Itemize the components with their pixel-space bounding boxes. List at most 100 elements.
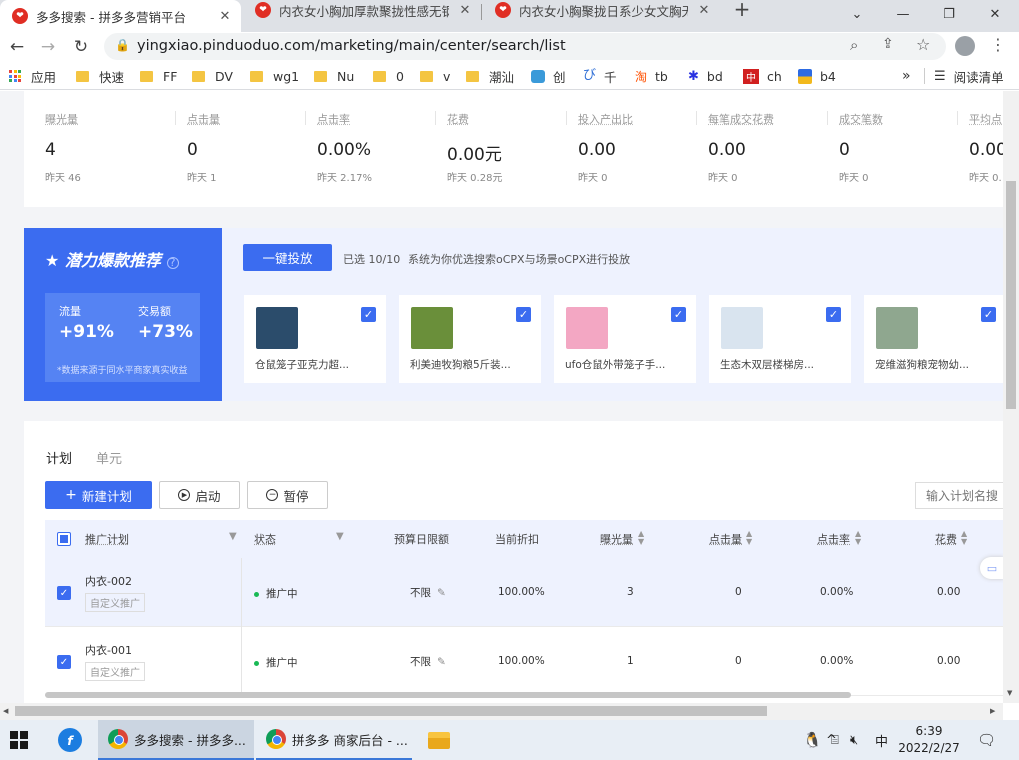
horizontal-scrollbar-thumb[interactable] [15,706,767,716]
profile-avatar-icon[interactable] [955,36,975,56]
bookmark-label: FF [163,68,178,84]
minimize-icon[interactable]: — [880,0,926,28]
taskbar-item-chrome-2[interactable]: 拼多多 商家后台 - ... [256,720,412,760]
close-tab-icon[interactable]: ✕ [457,2,473,18]
table-scrollbar-thumb[interactable] [45,692,851,698]
clock[interactable]: 6:39 2022/2/27 [898,720,960,760]
tab-search-chevron-icon[interactable]: ⌄ [834,0,880,28]
sort-icon[interactable]: ▲ ▼ [746,530,752,546]
start-windows-icon[interactable] [10,720,28,760]
edit-icon[interactable]: ✎ [437,656,446,668]
table-header: 推广计划 ▼ 状态 ▼ 预算日限额 当前折扣 曝光量 ▲ ▼ 点击量 ▲ ▼ 点击率… [45,520,1004,558]
vertical-scrollbar[interactable]: ▼ [1003,91,1019,703]
zoom-icon[interactable]: ⌕ [850,36,858,54]
bookmark-folder[interactable]: 0 [373,67,404,85]
horizontal-scrollbar[interactable]: ◀ ▶ [0,703,1003,720]
ime-indicator[interactable]: 中 [875,720,888,760]
file-explorer-icon[interactable] [428,720,450,760]
help-icon[interactable]: ? [166,257,179,269]
plan-name[interactable]: 内衣-002 [85,573,132,589]
bookmark-folder[interactable]: v [420,67,450,85]
chat-support-icon[interactable]: ▭ [980,557,1004,579]
filter-icon[interactable]: ▼ [336,531,344,542]
edit-icon[interactable]: ✎ [437,587,446,599]
bookmark-folder[interactable]: 潮汕 [466,67,514,85]
product-card[interactable]: ✓ 生态木双层楼梯房... [709,295,851,383]
one-click-launch-button[interactable]: 一键投放 [243,244,332,271]
notification-icon[interactable]: 🗨 [977,720,996,760]
taskbar-item-chrome-1[interactable]: 多多搜索 - 拼多多... [98,720,254,760]
address-bar[interactable]: 🔒 yingxiao.pinduoduo.com/marketing/main/… [104,33,946,60]
scroll-down-arrow-icon[interactable]: ▼ [1007,689,1012,697]
tab-plan[interactable]: 计划 [46,448,72,467]
metric-label: 投入产出比 [578,113,633,126]
product-checkbox[interactable]: ✓ [361,307,376,322]
scroll-right-arrow-icon[interactable]: ▶ [990,707,995,715]
qq-penguin-icon[interactable]: 🐧 [803,720,822,760]
bookmark-star-icon[interactable]: ☆ [916,35,930,54]
volume-muted-icon[interactable]: 🔇︎ [850,720,858,760]
forward-icon[interactable]: → [36,36,60,58]
product-checkbox[interactable]: ✓ [826,307,841,322]
start-button[interactable]: ▶ 启动 [159,481,240,509]
col-clicks[interactable]: 点击量 [709,531,742,547]
select-all-checkbox[interactable] [57,532,71,546]
plan-search-input[interactable] [915,482,1015,509]
table-row[interactable]: ✓ 内衣-001 自定义推广 推广中 不限 ✎ 100.00% 1 0 0.00% 0.00 [45,627,1004,696]
col-cost[interactable]: 花费 [935,531,957,547]
pause-button[interactable]: − 暂停 [247,481,328,509]
tab-unit[interactable]: 单元 [96,448,122,467]
reading-list[interactable]: ☰ 阅读清单 [934,67,1004,85]
close-tab-icon[interactable]: ✕ [217,8,233,24]
bookmark-folder[interactable]: wg1 [250,67,299,85]
bookmark-apps[interactable]: 应用 [9,67,56,85]
close-tab-icon[interactable]: ✕ [696,2,712,18]
table-row[interactable]: ✓ 内衣-002 自定义推广 推广中 不限 ✎ 100.00% 3 0 0.00% 0.00 [45,558,1004,627]
folder-icon [76,70,89,82]
bookmark-site[interactable]: ✱ bd [688,67,723,85]
share-icon[interactable]: ⇪ [882,36,894,52]
tab-product-1[interactable]: ❤ 内衣女小胸加厚款聚拢性感无钢圈 ✕ [243,0,481,20]
sort-icon[interactable]: ▲ ▼ [855,530,861,546]
product-card[interactable]: ✓ ufo仓鼠外带笼子手... [554,295,696,383]
bookmark-site[interactable]: 创 [531,67,566,85]
plan-name[interactable]: 内衣-001 [85,642,132,658]
network-icon[interactable]: ⌸ [831,720,839,760]
bookmark-folder[interactable]: 快速 [76,67,124,85]
product-checkbox[interactable]: ✓ [516,307,531,322]
sort-icon[interactable]: ▲ ▼ [638,530,644,546]
restore-icon[interactable]: ❐ [926,0,972,28]
bookmark-site[interactable]: び千 [583,67,617,85]
row-checkbox[interactable]: ✓ [57,586,71,600]
back-icon[interactable]: ← [5,36,29,58]
row-checkbox[interactable]: ✓ [57,655,71,669]
vertical-scrollbar-thumb[interactable] [1006,181,1016,409]
scroll-left-arrow-icon[interactable]: ◀ [3,707,8,715]
new-plan-button[interactable]: + 新建计划 [45,481,152,509]
product-checkbox[interactable]: ✓ [671,307,686,322]
filter-icon[interactable]: ▼ [229,531,237,542]
sort-icon[interactable]: ▲ ▼ [961,530,967,546]
bookmark-site[interactable]: 淘 tb [635,67,668,85]
bookmark-folder[interactable]: FF [140,67,177,85]
product-card[interactable]: ✓ 仓鼠笼子亚克力超... [244,295,386,383]
col-ctr[interactable]: 点击率 [817,531,850,547]
product-card[interactable]: ✓ 利美迪牧狗粮5斤装... [399,295,541,383]
bookmark-folder[interactable]: Nu [314,67,354,85]
new-tab-icon[interactable]: + [730,0,754,20]
bookmark-site[interactable]: 中 ch [743,67,782,85]
menu-kebab-icon[interactable]: ⋮ [990,35,1006,54]
product-checkbox[interactable]: ✓ [981,307,996,322]
reload-icon[interactable]: ↻ [69,36,93,58]
tab-duoduo-search[interactable]: ❤ 多多搜索 - 拼多多营销平台 ✕ [0,0,241,32]
bookmark-site[interactable]: b4 [798,67,836,85]
app-launcher-icon[interactable]: f [58,720,82,760]
more-bookmarks-icon[interactable]: » [902,67,911,85]
product-card[interactable]: ✓ 宠维滋狗粮宠物幼... [864,295,1006,383]
bookmark-folder[interactable]: DV [192,67,233,85]
close-window-icon[interactable]: ✕ [972,0,1018,28]
col-impressions[interactable]: 曝光量 [600,531,633,547]
tab-product-2[interactable]: ❤ 内衣女小胸聚拢日系少女文胸无钢 ✕ [483,0,720,20]
metric-yesterday: 昨天 0 [839,173,869,184]
plan-clicks: 0 [735,586,742,598]
